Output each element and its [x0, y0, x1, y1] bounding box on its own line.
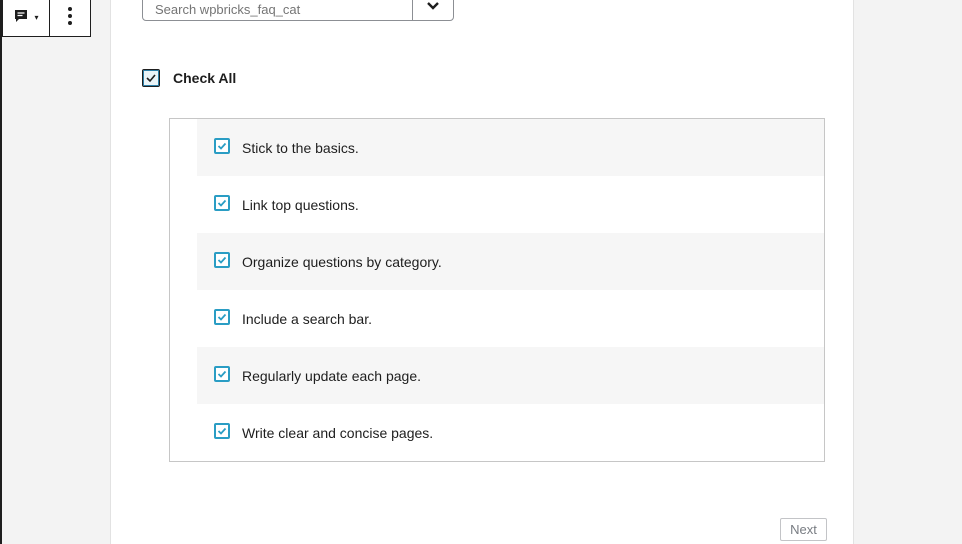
chevron-down-icon	[426, 0, 440, 16]
item-label: Link top questions.	[242, 196, 359, 213]
dropdown-toggle-button[interactable]	[412, 0, 453, 20]
term-search	[142, 0, 454, 21]
item-label: Regularly update each page.	[242, 367, 422, 384]
search-input[interactable]	[143, 0, 412, 20]
item-checkbox[interactable]	[214, 138, 230, 154]
block-type-switcher[interactable]: ▾	[3, 0, 50, 36]
item-checkbox[interactable]	[214, 309, 230, 325]
list-item[interactable]: Include a search bar.	[197, 290, 824, 347]
list-item[interactable]: Organize questions by category.	[197, 233, 824, 290]
item-checkbox[interactable]	[214, 366, 230, 382]
check-all-label: Check All	[173, 70, 237, 86]
term-list: Stick to the basics. Link top questions.…	[169, 118, 825, 462]
item-label: Write clear and concise pages.	[242, 424, 434, 441]
list-item[interactable]: Link top questions.	[197, 176, 824, 233]
next-page-button[interactable]: Next	[780, 518, 827, 541]
block-toolbar: ▾	[2, 0, 91, 37]
item-label: Stick to the basics.	[242, 139, 359, 156]
editor-edge	[0, 0, 2, 544]
item-checkbox[interactable]	[214, 195, 230, 211]
more-vertical-icon	[68, 6, 72, 31]
list-item[interactable]: Regularly update each page.	[197, 347, 824, 404]
check-all[interactable]: Check All	[142, 69, 236, 87]
term-selector-panel: Check All Stick to the basics. Link top …	[110, 0, 854, 544]
item-checkbox[interactable]	[214, 423, 230, 439]
more-options-button[interactable]	[50, 0, 90, 36]
item-label: Organize questions by category.	[242, 253, 442, 270]
comment-icon	[13, 8, 29, 29]
check-all-checkbox[interactable]	[142, 69, 160, 87]
item-label: Include a search bar.	[242, 310, 372, 327]
list-item[interactable]: Stick to the basics.	[197, 119, 824, 176]
item-checkbox[interactable]	[214, 252, 230, 268]
caret-down-icon: ▾	[34, 13, 39, 22]
list-item[interactable]: Write clear and concise pages.	[197, 404, 824, 461]
